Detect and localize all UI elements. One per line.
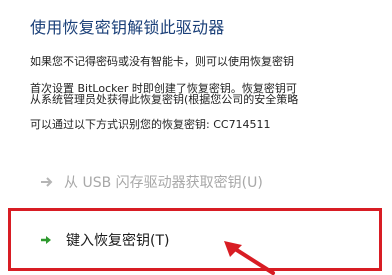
usb-option-label: 从 USB 闪存驱动器获取密钥(U): [64, 175, 263, 191]
bitlocker-recovery-dialog: 使用恢复密钥解锁此驱动器 如果您不记得密码或没有智能卡，则可以使用恢复密钥 首次…: [0, 0, 392, 275]
page-title: 使用恢复密钥解锁此驱动器: [30, 18, 225, 37]
get-key-from-usb-option[interactable]: 从 USB 闪存驱动器获取密钥(U): [38, 172, 263, 192]
annotation-arrow-icon: [224, 241, 275, 275]
enter-recovery-key-option[interactable]: 键入恢复密钥(T): [38, 230, 169, 250]
enter-key-option-label: 键入恢复密钥(T): [66, 233, 170, 249]
recovery-key-id-text: 可以通过以下方式识别您的恢复密钥: CC714511: [30, 118, 271, 131]
green-arrow-right-icon: [38, 231, 56, 249]
arrow-right-icon: [38, 173, 56, 191]
info-line-3: 从系统管理员处获得此恢复密钥(根据您公司的安全策略: [30, 93, 299, 106]
info-line-1: 如果您不记得密码或没有智能卡，则可以使用恢复密钥: [30, 55, 294, 68]
